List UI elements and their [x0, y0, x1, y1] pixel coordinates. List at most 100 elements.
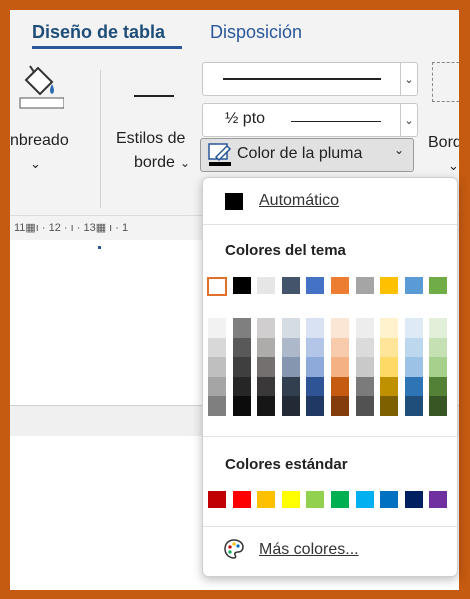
theme-shade-swatch[interactable] — [429, 396, 448, 416]
theme-shade-swatch[interactable] — [429, 337, 448, 357]
pen-icon — [208, 143, 232, 166]
standard-color-swatch[interactable] — [257, 491, 276, 508]
theme-shade-swatch[interactable] — [208, 376, 226, 396]
theme-shade-swatch[interactable] — [355, 396, 374, 416]
theme-color-swatch[interactable] — [306, 277, 325, 294]
standard-color-swatch[interactable] — [429, 491, 448, 508]
standard-colors-header: Colores estándar — [225, 456, 348, 473]
standard-color-swatch[interactable] — [281, 491, 300, 508]
chevron-down-icon: ⌄ — [448, 158, 459, 173]
menu-divider — [203, 224, 457, 225]
pen-color-button[interactable]: Color de la pluma ⌄ — [200, 138, 414, 172]
active-tab-indicator — [32, 46, 182, 49]
line-weight-dropdown[interactable]: ½ pto ⌄ — [202, 103, 418, 137]
theme-shade-swatch[interactable] — [232, 337, 251, 357]
theme-shade-swatch[interactable] — [380, 396, 399, 416]
theme-color-swatch[interactable] — [281, 277, 300, 294]
theme-color-swatch[interactable] — [404, 277, 423, 294]
theme-shade-swatch[interactable] — [281, 337, 300, 357]
theme-color-swatch[interactable] — [232, 277, 251, 294]
theme-shade-swatch[interactable] — [331, 376, 349, 396]
chevron-down-icon: ⌄ — [394, 143, 405, 157]
theme-shade-swatch[interactable] — [306, 396, 325, 416]
automatic-label: Automático — [259, 192, 340, 209]
theme-shade-swatch[interactable] — [306, 376, 325, 396]
theme-shade-swatch[interactable] — [429, 357, 448, 377]
theme-shade-swatch[interactable] — [380, 337, 399, 357]
line-weight-sample — [291, 121, 381, 122]
theme-shade-swatch[interactable] — [404, 318, 423, 338]
borders-button[interactable]: Borde ⌄ — [424, 62, 459, 192]
shading-button[interactable]: nbreado ⌄ — [10, 58, 90, 178]
theme-shade-swatch[interactable] — [208, 357, 226, 377]
theme-shade-swatch[interactable] — [429, 318, 448, 338]
standard-color-swatch[interactable] — [208, 491, 226, 508]
border-styles-label-1: Estilos de — [116, 130, 186, 147]
border-styles-label-2: borde — [134, 154, 175, 171]
theme-shade-swatch[interactable] — [306, 318, 325, 338]
borders-grid-icon — [432, 62, 459, 102]
theme-shade-swatch[interactable] — [404, 376, 423, 396]
standard-color-swatch[interactable] — [355, 491, 374, 508]
theme-color-swatch[interactable] — [331, 277, 349, 294]
line-weight-value: ½ pto — [225, 110, 266, 127]
theme-shade-swatch[interactable] — [380, 376, 399, 396]
theme-shade-swatch[interactable] — [404, 337, 423, 357]
theme-shade-swatch[interactable] — [355, 337, 374, 357]
theme-shade-swatch[interactable] — [331, 396, 349, 416]
more-colors-item[interactable]: Más colores... — [203, 528, 457, 574]
theme-shade-swatch[interactable] — [232, 357, 251, 377]
theme-shade-swatch[interactable] — [257, 318, 276, 338]
theme-color-swatch[interactable] — [429, 277, 448, 294]
line-style-preview — [134, 95, 174, 97]
theme-shade-swatch[interactable] — [355, 376, 374, 396]
standard-color-swatch[interactable] — [404, 491, 423, 508]
paint-bucket-icon — [19, 65, 64, 109]
theme-shade-swatch[interactable] — [331, 357, 349, 377]
theme-shade-swatch[interactable] — [429, 376, 448, 396]
border-styles-button[interactable]: Estilos de borde ⌄ — [110, 60, 202, 180]
tab-layout[interactable]: Disposición — [210, 22, 302, 43]
theme-shade-swatch[interactable] — [232, 396, 251, 416]
theme-shade-swatch[interactable] — [208, 396, 226, 416]
standard-color-swatch[interactable] — [380, 491, 399, 508]
theme-shade-swatch[interactable] — [257, 337, 276, 357]
chevron-down-icon: ⌄ — [400, 63, 417, 95]
theme-shade-swatch[interactable] — [355, 318, 374, 338]
shading-label: nbreado — [10, 132, 69, 149]
line-style-dropdown[interactable]: ⌄ — [202, 62, 418, 96]
theme-shade-swatch[interactable] — [257, 396, 276, 416]
chevron-down-icon: ⌄ — [30, 156, 41, 171]
theme-shade-swatch[interactable] — [380, 357, 399, 377]
theme-shade-swatch[interactable] — [257, 376, 276, 396]
theme-color-swatch[interactable] — [380, 277, 399, 294]
theme-shade-swatch[interactable] — [208, 318, 226, 338]
theme-color-swatch[interactable] — [207, 277, 227, 296]
automatic-color-item[interactable]: Automático — [203, 178, 457, 224]
theme-shade-swatch[interactable] — [257, 357, 276, 377]
theme-shade-swatch[interactable] — [281, 318, 300, 338]
theme-shade-swatch[interactable] — [232, 376, 251, 396]
theme-shade-swatch[interactable] — [331, 318, 349, 338]
standard-color-swatch[interactable] — [306, 491, 325, 508]
theme-shade-swatch[interactable] — [208, 337, 226, 357]
theme-shade-swatch[interactable] — [232, 318, 251, 338]
line-style-sample — [223, 78, 381, 80]
tab-table-design[interactable]: Diseño de tabla — [32, 22, 165, 43]
theme-shade-swatch[interactable] — [281, 396, 300, 416]
theme-shade-swatch[interactable] — [404, 396, 423, 416]
theme-shade-swatch[interactable] — [380, 318, 399, 338]
automatic-swatch — [225, 193, 243, 210]
theme-shade-swatch[interactable] — [281, 376, 300, 396]
theme-shade-swatch[interactable] — [331, 337, 349, 357]
theme-shade-swatch[interactable] — [355, 357, 374, 377]
standard-color-swatch[interactable] — [232, 491, 251, 508]
palette-icon — [224, 539, 244, 559]
theme-color-swatch[interactable] — [355, 277, 374, 294]
theme-shade-swatch[interactable] — [306, 337, 325, 357]
theme-color-swatch[interactable] — [257, 277, 276, 294]
theme-shade-swatch[interactable] — [404, 357, 423, 377]
theme-shade-swatch[interactable] — [306, 357, 325, 377]
standard-color-swatch[interactable] — [331, 491, 349, 508]
theme-shade-swatch[interactable] — [281, 357, 300, 377]
